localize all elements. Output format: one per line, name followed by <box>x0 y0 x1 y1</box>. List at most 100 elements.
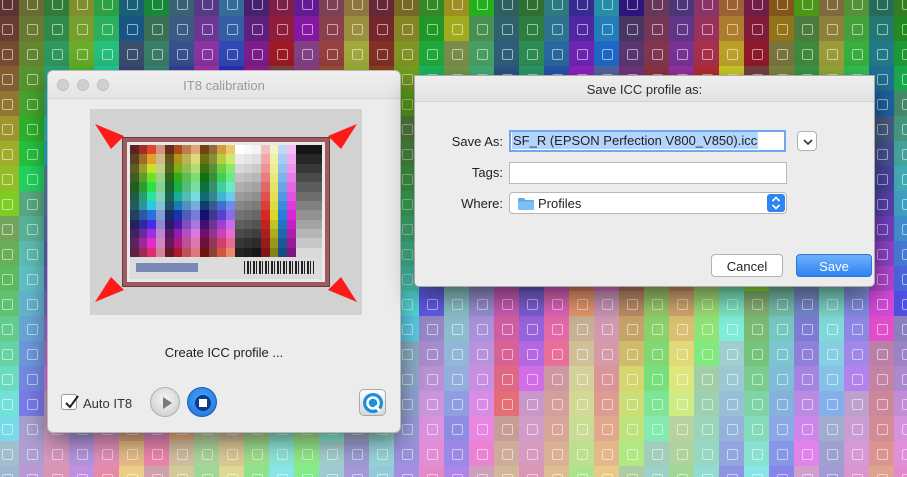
target-column <box>287 145 296 257</box>
chart-patch <box>669 441 694 466</box>
target-patch <box>252 219 262 229</box>
target-patch <box>252 154 262 164</box>
chart-patch <box>294 16 319 41</box>
chart-patch <box>769 0 794 16</box>
chart-patch <box>594 316 619 341</box>
target-patch <box>182 163 192 173</box>
target-patch <box>217 247 227 257</box>
chart-patch <box>694 41 719 66</box>
target-patch <box>269 154 279 164</box>
chart-patch <box>494 291 519 316</box>
chart-patch <box>369 16 394 41</box>
where-popup-button[interactable]: Profiles <box>509 192 787 214</box>
target-patch <box>164 145 174 155</box>
save-as-input[interactable]: SF_R (EPSON Perfection V800_V850).icc <box>509 130 786 152</box>
chart-patch <box>219 0 244 16</box>
corner-arrow-top-right-icon[interactable] <box>322 115 358 151</box>
chart-patch <box>819 441 844 466</box>
save-button[interactable]: Save <box>796 254 872 277</box>
chart-patch <box>694 416 719 441</box>
chart-patch <box>894 216 907 241</box>
silverfast-app-button[interactable] <box>359 389 386 416</box>
chart-patch <box>494 41 519 66</box>
target-patch <box>304 182 314 192</box>
target-patch <box>199 191 209 201</box>
chart-patch <box>169 466 194 477</box>
target-patch <box>138 172 148 183</box>
chart-patch <box>869 316 894 341</box>
target-patch <box>130 191 139 201</box>
chart-patch <box>644 441 669 466</box>
chart-patch <box>469 16 494 41</box>
cancel-button[interactable]: Cancel <box>711 254 783 277</box>
tags-input[interactable] <box>509 162 787 184</box>
target-patch <box>173 191 183 201</box>
target-patch <box>173 228 183 239</box>
target-patch <box>287 238 296 248</box>
chart-patch <box>794 16 819 41</box>
target-patch <box>304 210 314 220</box>
chart-patch <box>669 366 694 391</box>
target-patch <box>164 154 174 164</box>
target-patch <box>278 154 288 164</box>
chart-patch <box>594 441 619 466</box>
chart-patch <box>0 166 19 191</box>
chart-patch <box>0 41 19 66</box>
chart-patch <box>794 291 819 316</box>
chart-patch <box>294 41 319 66</box>
target-patch <box>269 238 279 248</box>
scan-preview[interactable] <box>90 109 362 315</box>
chart-patch <box>494 366 519 391</box>
chart-patch <box>644 466 669 477</box>
chart-patch <box>19 316 44 341</box>
target-patch <box>182 238 192 248</box>
target-patch <box>147 238 157 248</box>
target-patch <box>287 219 296 229</box>
target-patch <box>287 172 296 183</box>
target-patch <box>164 163 174 173</box>
chart-patch <box>269 16 294 41</box>
play-button[interactable] <box>150 387 180 417</box>
auto-it8-checkbox[interactable] <box>61 394 79 410</box>
target-patch <box>252 172 262 183</box>
create-icc-status: Create ICC profile ... <box>164 345 284 360</box>
target-column <box>226 145 235 257</box>
chart-patch <box>0 291 19 316</box>
target-patch <box>191 210 200 220</box>
target-patch <box>147 219 157 229</box>
chart-patch <box>69 466 94 477</box>
target-patch <box>147 163 157 173</box>
chart-patch <box>494 391 519 416</box>
target-patch <box>217 219 227 229</box>
target-patch <box>226 200 235 211</box>
corner-arrow-bottom-left-icon[interactable] <box>94 275 130 311</box>
chart-patch <box>344 41 369 66</box>
expand-dialog-button[interactable] <box>797 131 817 151</box>
chart-patch <box>419 41 444 66</box>
target-patch <box>304 247 314 257</box>
target-patch <box>191 191 200 201</box>
chart-patch <box>869 391 894 416</box>
target-patch <box>269 210 279 220</box>
target-patch <box>313 247 323 257</box>
target-patch <box>226 145 235 155</box>
target-patch <box>156 172 165 183</box>
chart-patch <box>544 416 569 441</box>
target-patch <box>252 200 262 211</box>
target-column <box>199 145 209 257</box>
corner-arrow-bottom-right-icon[interactable] <box>322 275 358 311</box>
chart-patch <box>169 0 194 16</box>
chart-patch <box>619 416 644 441</box>
it8-titlebar[interactable]: IT8 calibration <box>48 71 400 99</box>
chart-patch <box>144 466 169 477</box>
corner-arrow-top-left-icon[interactable] <box>94 115 130 151</box>
stop-button[interactable] <box>187 387 217 417</box>
chevron-down-icon <box>803 139 813 146</box>
target-patch <box>147 247 157 257</box>
target-patch <box>199 163 209 173</box>
chart-patch <box>19 166 44 191</box>
chart-patch <box>794 0 819 16</box>
chart-patch <box>19 66 44 91</box>
target-patch <box>278 219 288 229</box>
target-patch <box>304 228 314 239</box>
